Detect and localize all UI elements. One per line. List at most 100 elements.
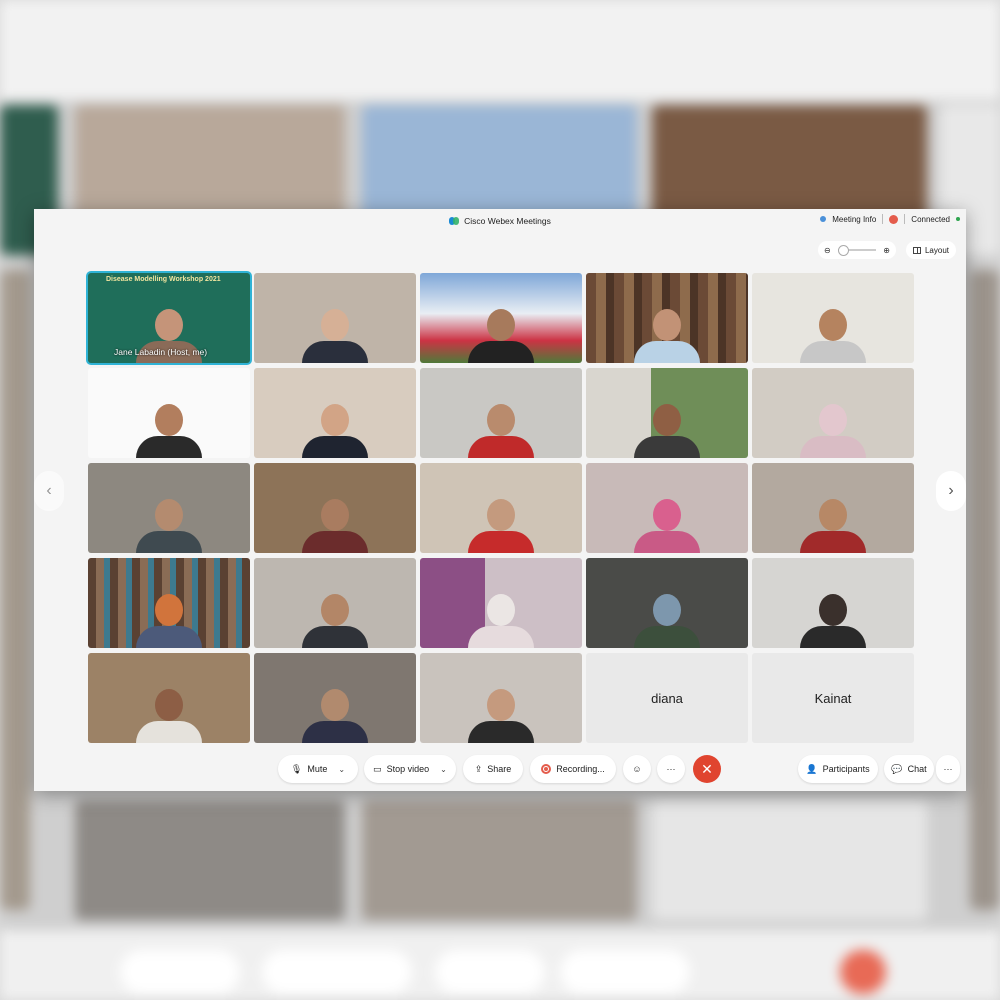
- participant-name: Kainat: [814, 690, 852, 706]
- mute-button[interactable]: 🎙 Mute ⌄: [278, 755, 358, 783]
- chevron-down-icon[interactable]: ⌄: [440, 765, 447, 774]
- participant-tile[interactable]: [88, 463, 250, 553]
- zoom-out-icon[interactable]: ⊖: [824, 246, 831, 255]
- participant-name-tag: Jane Labadin (Host, me): [114, 347, 207, 357]
- bg-pill: [560, 950, 690, 994]
- participant-video: [468, 588, 534, 648]
- share-icon: ⇪: [474, 763, 483, 774]
- connection-status: Connected: [911, 214, 950, 224]
- participant-tile[interactable]: [586, 558, 748, 648]
- recording-indicator-icon: [889, 214, 899, 224]
- participant-video: [136, 588, 202, 648]
- participant-tile[interactable]: [88, 558, 250, 648]
- participant-tile[interactable]: [88, 653, 250, 743]
- chat-bubble-icon: 💬: [891, 763, 903, 774]
- recording-label: Recording...: [556, 764, 605, 774]
- meeting-info-link[interactable]: Meeting Info: [832, 215, 876, 224]
- participant-role: (Host, me): [167, 347, 208, 357]
- participant-tile[interactable]: [420, 463, 582, 553]
- next-page-button[interactable]: ›: [936, 471, 966, 511]
- mute-label: Mute: [307, 764, 328, 774]
- participant-tile[interactable]: [254, 558, 416, 648]
- participant-video: [302, 493, 368, 553]
- participant-video: [302, 588, 368, 648]
- bg-pill: [262, 950, 412, 994]
- participant-video: [136, 398, 202, 458]
- zoom-slider[interactable]: [838, 245, 876, 256]
- more-options-button[interactable]: ···: [657, 755, 685, 783]
- bg-pill: [840, 950, 886, 994]
- bg-tile: [970, 270, 1000, 910]
- participant-video: [468, 398, 534, 458]
- more-icon: ···: [943, 764, 953, 774]
- participant-name: Jane Labadin: [114, 347, 166, 357]
- participant-name: diana: [651, 690, 683, 706]
- webex-logo-icon: [449, 217, 460, 225]
- zoom-in-icon[interactable]: ⊕: [883, 246, 890, 255]
- participant-tile[interactable]: [254, 368, 416, 458]
- participants-button[interactable]: 👤 Participants: [798, 755, 878, 783]
- participants-label: Participants: [822, 764, 870, 774]
- person-icon: 👤: [806, 763, 818, 774]
- recording-button[interactable]: Recording...: [530, 755, 616, 783]
- participant-tile[interactable]: [752, 368, 914, 458]
- window-title: Cisco Webex Meetings: [464, 216, 551, 226]
- stop-video-label: Stop video: [386, 764, 430, 774]
- participant-video: [302, 398, 368, 458]
- participant-tile-host[interactable]: Disease Modelling Workshop 2021 Jane Lab…: [88, 273, 250, 363]
- participant-video: [800, 493, 866, 553]
- chevron-down-icon[interactable]: ⌄: [338, 765, 345, 774]
- previous-page-button[interactable]: ‹: [34, 471, 64, 511]
- participant-tile[interactable]: [420, 653, 582, 743]
- participant-video: [634, 493, 700, 553]
- stop-video-button[interactable]: ▭ Stop video ⌄: [364, 755, 456, 783]
- participant-video: [634, 588, 700, 648]
- participant-tile[interactable]: [254, 653, 416, 743]
- layout-label: Layout: [924, 245, 950, 255]
- participant-tile[interactable]: [420, 368, 582, 458]
- connected-dot-icon: [956, 217, 960, 221]
- smiley-icon: ☺: [632, 764, 642, 774]
- participant-tile-no-video[interactable]: diana: [586, 653, 748, 743]
- participant-tile[interactable]: [586, 368, 748, 458]
- participant-tile[interactable]: [586, 463, 748, 553]
- bg-top-bar: [0, 0, 1000, 100]
- meeting-info-icon[interactable]: [820, 216, 827, 222]
- participant-tile[interactable]: [420, 558, 582, 648]
- participant-video: [302, 303, 368, 363]
- bg-pill: [435, 950, 545, 994]
- share-label: Share: [487, 764, 512, 774]
- participant-video: [302, 683, 368, 743]
- participant-tile[interactable]: [254, 463, 416, 553]
- participant-tile[interactable]: [88, 368, 250, 458]
- layout-icon: [912, 246, 921, 254]
- participant-video: [136, 493, 202, 553]
- microphone-icon: 🎙: [290, 763, 303, 774]
- participant-tile[interactable]: [752, 558, 914, 648]
- participant-video: [136, 683, 202, 743]
- share-button[interactable]: ⇪ Share: [463, 755, 523, 783]
- participant-tile[interactable]: [586, 273, 748, 363]
- end-meeting-button[interactable]: ✕: [693, 755, 721, 783]
- participant-video: [468, 303, 534, 363]
- layout-button[interactable]: Layout: [906, 241, 956, 259]
- meeting-toolbar: 🎙 Mute ⌄ ▭ Stop video ⌄ ⇪ Share Recordin…: [34, 755, 966, 785]
- participant-video: [800, 398, 866, 458]
- camera-icon: ▭: [373, 763, 382, 774]
- zoom-control[interactable]: ⊖ ⊕: [818, 241, 896, 259]
- participant-tile[interactable]: [752, 273, 914, 363]
- panel-more-button[interactable]: ···: [936, 755, 960, 783]
- participant-tile-no-video[interactable]: Kainat: [752, 653, 914, 743]
- reactions-button[interactable]: ☺: [623, 755, 651, 783]
- more-icon: ···: [666, 764, 676, 774]
- bg-tile: [0, 270, 30, 910]
- participant-tile[interactable]: [254, 273, 416, 363]
- chat-label: Chat: [907, 764, 927, 774]
- participant-video: [468, 493, 534, 553]
- participant-video: [800, 303, 866, 363]
- participant-tile[interactable]: [752, 463, 914, 553]
- participant-video: [800, 588, 866, 648]
- zoom-slider-knob[interactable]: [838, 245, 849, 256]
- participant-tile[interactable]: [420, 273, 582, 363]
- chat-button[interactable]: 💬 Chat: [884, 755, 934, 783]
